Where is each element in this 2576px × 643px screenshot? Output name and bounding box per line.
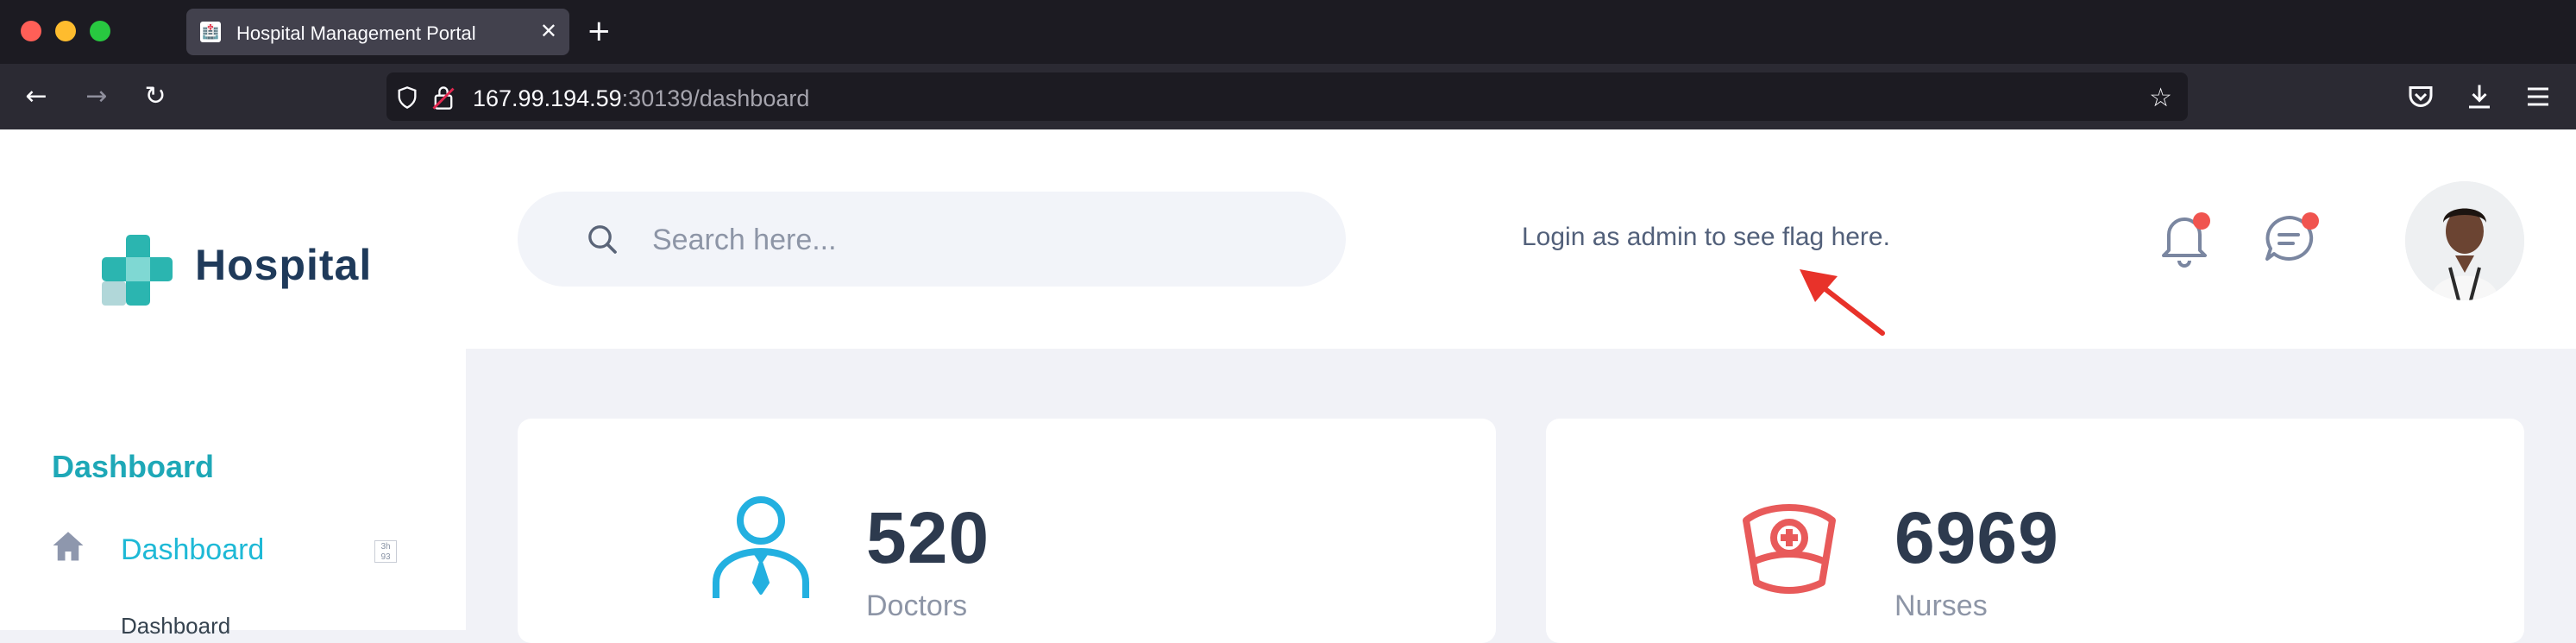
user-avatar[interactable] (2405, 181, 2524, 300)
close-window-button[interactable] (21, 21, 41, 41)
hospital-favicon-icon: 🏥 (200, 22, 221, 42)
page: Hospital Dashboard Dashboard 3h 93 Dashb… (0, 129, 2576, 643)
url-host: 167.99.194.59 (473, 85, 622, 111)
pocket-icon[interactable] (2405, 81, 2436, 112)
address-bar[interactable]: 167.99.194.59:30139/dashboard ☆ (386, 72, 2188, 121)
sidebar: Hospital Dashboard Dashboard 3h 93 Dashb… (0, 129, 466, 639)
bookmark-star-icon[interactable]: ☆ (2149, 83, 2172, 113)
menu-hamburger-icon[interactable] (2523, 81, 2554, 112)
insecure-lock-icon[interactable] (431, 85, 456, 110)
menu-badge: 3h 93 (374, 540, 397, 563)
red-arrow-annotation-icon (1800, 269, 1885, 336)
nurse-cap-icon (1743, 504, 1836, 594)
doctors-stat-card[interactable]: 520 Doctors (518, 419, 1496, 643)
download-icon[interactable] (2464, 81, 2495, 112)
minimize-window-button[interactable] (55, 21, 76, 41)
close-tab-icon[interactable]: ✕ (540, 19, 557, 43)
nurses-label: Nurses (1894, 589, 1988, 622)
nurses-count: 6969 (1894, 497, 2059, 578)
search-input[interactable] (652, 221, 1256, 259)
browser-tabbar: 🏥 Hospital Management Portal ✕ + (0, 0, 2576, 64)
back-arrow-icon[interactable]: ← (19, 79, 53, 114)
forward-arrow-icon[interactable]: → (79, 79, 114, 114)
logo-text[interactable]: Hospital (195, 240, 372, 290)
sidebar-subitem-dashboard[interactable]: Dashboard (121, 613, 230, 640)
hospital-logo-icon[interactable] (100, 233, 174, 307)
avatar-image (2405, 181, 2524, 300)
nurses-stat-card[interactable]: 6969 Nurses (1546, 419, 2524, 643)
doctors-label: Doctors (866, 589, 968, 622)
search-bar[interactable] (518, 192, 1346, 287)
browser-tab[interactable]: 🏥 Hospital Management Portal ✕ (186, 9, 569, 55)
flag-message: Login as admin to see flag here. (1522, 223, 1890, 251)
chat-message-icon[interactable] (2260, 209, 2321, 269)
search-icon[interactable] (585, 222, 619, 256)
browser-navbar: ← → ↻ 167.99.194.59:30139/dashboard ☆ (0, 64, 2576, 129)
home-icon[interactable] (50, 528, 86, 563)
sidebar-item-dashboard[interactable]: Dashboard (121, 533, 264, 567)
shield-icon[interactable] (395, 85, 419, 110)
new-tab-button[interactable]: + (587, 14, 612, 48)
url-path: :30139/dashboard (621, 85, 810, 111)
menu-heading: Dashboard (52, 449, 215, 484)
reload-icon[interactable]: ↻ (138, 79, 173, 114)
maximize-window-button[interactable] (90, 21, 110, 41)
tab-title: Hospital Management Portal (236, 22, 476, 44)
doctor-icon (713, 496, 809, 598)
top-header: Login as admin to see flag here. (466, 129, 2576, 349)
url-text[interactable]: 167.99.194.59:30139/dashboard (473, 85, 809, 112)
doctors-count: 520 (866, 497, 990, 578)
notification-bell-icon[interactable] (2157, 209, 2212, 269)
